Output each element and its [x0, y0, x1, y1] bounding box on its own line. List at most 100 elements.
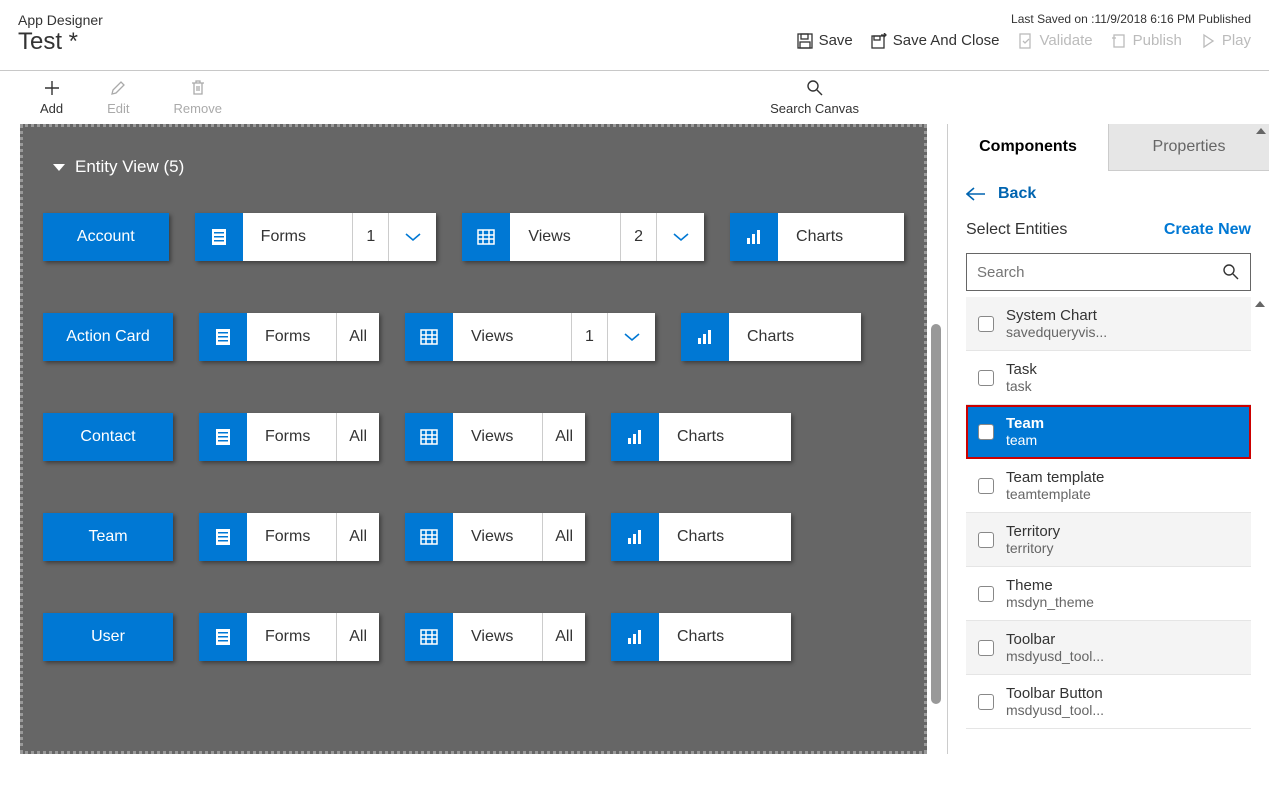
- publish-button[interactable]: Publish: [1111, 32, 1182, 49]
- select-entities-label: Select Entities: [966, 221, 1067, 239]
- forms-tile[interactable]: Forms1: [195, 213, 437, 261]
- chevron-down-icon[interactable]: [388, 213, 436, 261]
- entity-list-item[interactable]: Tasktask: [966, 351, 1251, 405]
- canvas-scrollbar[interactable]: [931, 324, 941, 704]
- toolbar: Add Edit Remove Search Canvas: [0, 71, 1269, 124]
- views-tile[interactable]: ViewsAll: [405, 413, 585, 461]
- tab-properties[interactable]: Properties: [1109, 124, 1269, 171]
- charts-icon: [611, 613, 659, 661]
- forms-icon: [199, 613, 247, 661]
- views-tile[interactable]: Views1: [405, 313, 655, 361]
- entity-search-input[interactable]: [977, 264, 1222, 281]
- right-panel: Components Properties Back Select Entiti…: [947, 124, 1269, 754]
- app-header: App Designer Test * Last Saved on :11/9/…: [0, 0, 1269, 71]
- charts-tile[interactable]: Charts: [611, 613, 791, 661]
- checkbox[interactable]: [978, 694, 994, 710]
- back-link[interactable]: Back: [966, 185, 1036, 203]
- entity-row: Action Card FormsAll Views1 Charts: [43, 313, 904, 361]
- entity-list-item[interactable]: Territoryterritory: [966, 513, 1251, 567]
- charts-icon: [681, 313, 729, 361]
- entity-tile[interactable]: Action Card: [43, 313, 173, 361]
- forms-icon: [195, 213, 243, 261]
- search-canvas-button[interactable]: Search Canvas: [770, 79, 859, 116]
- publish-icon: [1111, 33, 1127, 49]
- trash-icon: [189, 79, 207, 97]
- entity-search-box[interactable]: [966, 253, 1251, 291]
- create-new-link[interactable]: Create New: [1164, 221, 1251, 239]
- entity-tile[interactable]: User: [43, 613, 173, 661]
- forms-count: All: [336, 513, 379, 561]
- views-tile[interactable]: Views2: [462, 213, 704, 261]
- entity-list-item[interactable]: ✓Teamteam: [966, 405, 1251, 459]
- pencil-icon: [109, 79, 127, 97]
- save-icon: [797, 33, 813, 49]
- arrow-left-icon: [966, 187, 986, 201]
- caret-down-icon: [53, 164, 65, 171]
- edit-button[interactable]: Edit: [107, 79, 129, 116]
- play-button[interactable]: Play: [1200, 32, 1251, 49]
- entity-tile[interactable]: Account: [43, 213, 169, 261]
- views-icon: [405, 313, 453, 361]
- forms-tile[interactable]: FormsAll: [199, 313, 379, 361]
- scroll-up-icon[interactable]: [1255, 301, 1265, 307]
- charts-tile[interactable]: Charts: [681, 313, 861, 361]
- charts-icon: [611, 513, 659, 561]
- last-saved-label: Last Saved on :11/9/2018 6:16 PM Publish…: [797, 12, 1251, 26]
- views-tile[interactable]: ViewsAll: [405, 513, 585, 561]
- charts-tile[interactable]: Charts: [611, 513, 791, 561]
- charts-tile[interactable]: Charts: [611, 413, 791, 461]
- forms-tile[interactable]: FormsAll: [199, 613, 379, 661]
- checkbox[interactable]: [978, 370, 994, 386]
- forms-tile[interactable]: FormsAll: [199, 413, 379, 461]
- checkbox[interactable]: [978, 640, 994, 656]
- chevron-down-icon[interactable]: [656, 213, 704, 261]
- entity-list-item[interactable]: System Chartsavedqueryvis...: [966, 297, 1251, 351]
- checkbox[interactable]: [978, 586, 994, 602]
- save-close-icon: [871, 33, 887, 49]
- charts-icon: [730, 213, 778, 261]
- views-count: All: [542, 513, 585, 561]
- checkbox[interactable]: ✓: [978, 424, 994, 440]
- remove-button[interactable]: Remove: [174, 79, 222, 116]
- forms-count: 1: [352, 213, 388, 261]
- checkbox[interactable]: [978, 316, 994, 332]
- plus-icon: [43, 79, 61, 97]
- entity-list-item[interactable]: Thememsdyn_theme: [966, 567, 1251, 621]
- entity-tile[interactable]: Contact: [43, 413, 173, 461]
- save-and-close-button[interactable]: Save And Close: [871, 32, 1000, 49]
- validate-icon: [1018, 33, 1034, 49]
- validate-button[interactable]: Validate: [1018, 32, 1093, 49]
- entity-row: User FormsAll ViewsAll Charts: [43, 613, 904, 661]
- entity-list-item[interactable]: Toolbarmsdyusd_tool...: [966, 621, 1251, 675]
- forms-icon: [199, 413, 247, 461]
- forms-count: All: [336, 313, 379, 361]
- views-icon: [462, 213, 510, 261]
- entity-tile[interactable]: Team: [43, 513, 173, 561]
- checkbox[interactable]: [978, 478, 994, 494]
- play-icon: [1200, 33, 1216, 49]
- forms-icon: [199, 513, 247, 561]
- entity-list-item[interactable]: Team templateteamtemplate: [966, 459, 1251, 513]
- forms-tile[interactable]: FormsAll: [199, 513, 379, 561]
- views-tile[interactable]: ViewsAll: [405, 613, 585, 661]
- entity-view-header[interactable]: Entity View (5): [53, 157, 904, 177]
- views-icon: [405, 613, 453, 661]
- canvas-area: Entity View (5) Account Forms1 Views2 Chart…: [0, 124, 947, 754]
- save-button[interactable]: Save: [797, 32, 853, 49]
- entity-row: Contact FormsAll ViewsAll Charts: [43, 413, 904, 461]
- forms-icon: [199, 313, 247, 361]
- tab-components[interactable]: Components: [948, 124, 1109, 171]
- views-count: 1: [571, 313, 607, 361]
- chevron-down-icon[interactable]: [607, 313, 655, 361]
- scroll-up-icon[interactable]: [1256, 128, 1266, 134]
- app-subtitle: App Designer: [18, 12, 103, 28]
- checkbox[interactable]: [978, 532, 994, 548]
- app-title: Test *: [18, 28, 103, 56]
- views-icon: [405, 413, 453, 461]
- add-button[interactable]: Add: [40, 79, 63, 116]
- charts-icon: [611, 413, 659, 461]
- search-icon: [1222, 263, 1240, 281]
- views-icon: [405, 513, 453, 561]
- charts-tile[interactable]: Charts: [730, 213, 904, 261]
- entity-list-item[interactable]: Toolbar Buttonmsdyusd_tool...: [966, 675, 1251, 729]
